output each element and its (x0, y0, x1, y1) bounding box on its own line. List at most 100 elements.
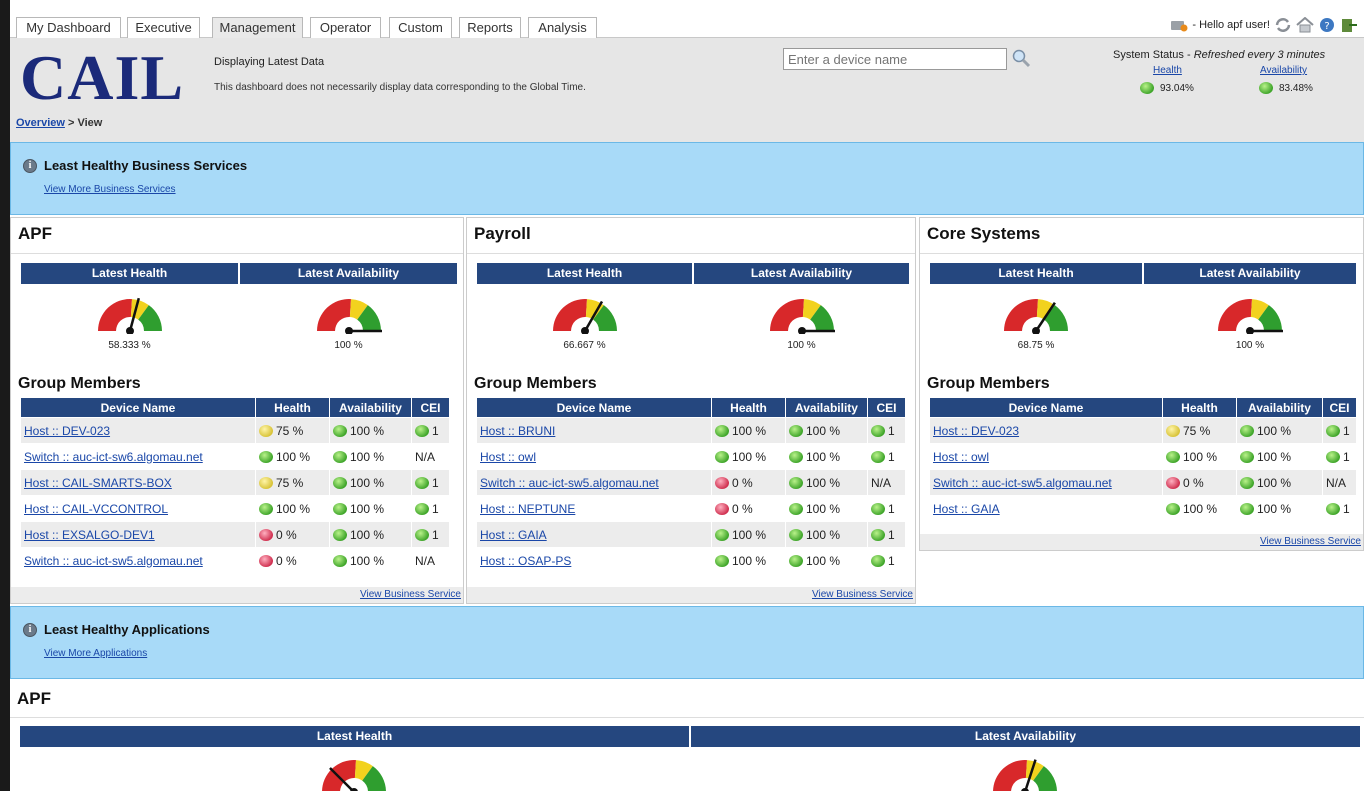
table-row: Host :: EXSALGO-DEV1 0 % 100 % 1 (20, 521, 450, 548)
table-row: Host :: NEPTUNE 0 % 100 % 1 (476, 495, 906, 522)
table-row: Host :: owl 100 % 100 % 1 (476, 443, 906, 470)
status-dot-green (715, 451, 729, 464)
health-cell: 0 % (711, 469, 786, 496)
table-row: Host :: OSAP-PS 100 % 100 % 1 (476, 547, 906, 574)
availability-cell: 100 % (785, 443, 868, 470)
device-link[interactable]: Host :: DEV-023 (933, 424, 1019, 438)
cei-cell: 1 (867, 417, 906, 444)
availability-header[interactable]: Availability (1236, 397, 1323, 418)
device-link[interactable]: Host :: GAIA (480, 528, 547, 542)
tab-analysis[interactable]: Analysis (528, 17, 597, 38)
refresh-icon[interactable] (1274, 17, 1292, 33)
health-cell: 75 % (255, 417, 330, 444)
display-title: Displaying Latest Data (214, 56, 325, 68)
health-cell: 0 % (255, 521, 330, 548)
device-name-header[interactable]: Device Name (476, 397, 712, 418)
device-link[interactable]: Host :: DEV-023 (24, 424, 110, 438)
device-link[interactable]: Host :: CAIL-VCCONTROL (24, 502, 168, 516)
health-header[interactable]: Health (711, 397, 786, 418)
status-dot-red (1166, 477, 1180, 490)
cail-logo: CAIL (20, 42, 185, 113)
device-link[interactable]: Host :: NEPTUNE (480, 502, 575, 516)
device-link[interactable]: Host :: OSAP-PS (480, 554, 571, 568)
status-dot-red (259, 555, 273, 568)
gauge-hub (125, 327, 134, 334)
logout-icon[interactable] (1340, 17, 1358, 33)
app-latest-health-header: Latest Health (20, 726, 689, 747)
device-link[interactable]: Host :: GAIA (933, 502, 1000, 516)
device-cell: Host :: CAIL-VCCONTROL (20, 495, 256, 522)
applications-banner: i Least Healthy Applications View More A… (10, 606, 1364, 679)
health-gauge (1004, 299, 1068, 334)
availability-header[interactable]: Availability (329, 397, 412, 418)
service-title: Core Systems (927, 224, 1041, 243)
tab-executive[interactable]: Executive (127, 17, 200, 38)
status-dot-green (789, 503, 803, 516)
view-more-applications-link[interactable]: View More Applications (44, 648, 147, 659)
group-members-table: Device Name Health Availability CEI Host… (20, 397, 450, 574)
status-dot-green (789, 425, 803, 438)
business-services-title: Least Healthy Business Services (44, 158, 248, 173)
user-greeting: - Hello apf user! (1192, 19, 1270, 31)
device-link[interactable]: Switch :: auc-ict-sw5.algomau.net (480, 476, 659, 490)
device-name-header[interactable]: Device Name (20, 397, 256, 418)
table-row: Switch :: auc-ict-sw5.algomau.net 0 % 10… (476, 469, 906, 496)
status-dot-yellow (1166, 425, 1180, 438)
tab-my-dashboard[interactable]: My Dashboard (16, 17, 121, 38)
status-dot-green (333, 477, 347, 490)
status-dot-green (871, 451, 885, 464)
device-link[interactable]: Host :: owl (933, 450, 989, 464)
device-link[interactable]: Switch :: auc-ict-sw6.algomau.net (24, 450, 203, 464)
status-dot-yellow (259, 425, 273, 438)
system-health-link[interactable]: Health (1153, 65, 1182, 76)
health-header[interactable]: Health (255, 397, 330, 418)
status-dot-red (715, 503, 729, 516)
device-name-header[interactable]: Device Name (929, 397, 1163, 418)
health-cell: 100 % (711, 443, 786, 470)
cei-header[interactable]: CEI (1322, 397, 1357, 418)
tab-reports[interactable]: Reports (459, 17, 521, 38)
view-business-service-link[interactable]: View Business Service (360, 589, 461, 600)
applications-title: Least Healthy Applications (44, 622, 210, 637)
device-search-input[interactable] (783, 48, 1007, 70)
view-business-service-link[interactable]: View Business Service (812, 589, 913, 600)
panel-footer: View Business Service (920, 534, 1363, 550)
cei-header[interactable]: CEI (867, 397, 906, 418)
display-note: This dashboard does not necessarily disp… (214, 82, 586, 93)
device-link[interactable]: Host :: EXSALGO-DEV1 (24, 528, 155, 542)
search-icon[interactable] (1011, 48, 1031, 68)
availability-gauge (316, 299, 382, 334)
help-icon[interactable]: ? (1318, 17, 1336, 33)
tab-operator[interactable]: Operator (310, 17, 381, 38)
health-cell: 100 % (255, 495, 330, 522)
view-more-business-services-link[interactable]: View More Business Services (44, 184, 176, 195)
cei-header[interactable]: CEI (411, 397, 450, 418)
view-business-service-link[interactable]: View Business Service (1260, 536, 1361, 547)
device-cell: Host :: DEV-023 (20, 417, 256, 444)
device-link[interactable]: Switch :: auc-ict-sw5.algomau.net (24, 554, 203, 568)
health-header[interactable]: Health (1162, 397, 1237, 418)
system-status-title: System Status - Refreshed every 3 minute… (1113, 49, 1326, 61)
status-dot-green (871, 555, 885, 568)
group-members-table: Device Name Health Availability CEI Host… (476, 397, 906, 574)
device-link[interactable]: Host :: BRUNI (480, 424, 555, 438)
availability-cell: 100 % (785, 547, 868, 574)
tab-custom[interactable]: Custom (389, 17, 452, 38)
tab-bar: My Dashboard Executive Management Operat… (10, 0, 1364, 38)
status-dot-green (415, 529, 429, 542)
status-dot-green (1166, 503, 1180, 516)
device-link[interactable]: Host :: owl (480, 450, 536, 464)
divider (10, 717, 1364, 718)
availability-header[interactable]: Availability (785, 397, 868, 418)
device-link[interactable]: Switch :: auc-ict-sw5.algomau.net (933, 476, 1112, 490)
breadcrumb-overview-link[interactable]: Overview (16, 117, 65, 129)
home-icon[interactable] (1296, 17, 1314, 33)
latest-availability-header: Latest Availability (694, 263, 909, 284)
tab-management[interactable]: Management (212, 17, 303, 38)
application-panel-apf: APF Latest Health Latest Availability (10, 681, 1364, 791)
system-availability-link[interactable]: Availability (1260, 65, 1307, 76)
status-dot-green (789, 529, 803, 542)
device-link[interactable]: Host :: CAIL-SMARTS-BOX (24, 476, 172, 490)
availability-cell: 100 % (329, 469, 412, 496)
status-dot-green (1326, 451, 1340, 464)
